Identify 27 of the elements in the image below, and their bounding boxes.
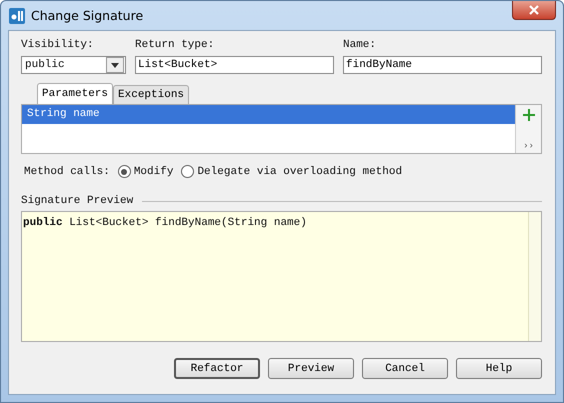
dialog-button[interactable]: Cancel (362, 358, 448, 379)
app-logo-icon (9, 8, 25, 24)
radio-button[interactable] (118, 165, 131, 178)
radio-label: Modify (134, 166, 174, 178)
tab[interactable]: Exceptions (113, 85, 190, 104)
close-button[interactable] (512, 1, 556, 20)
tab[interactable]: Parameters (37, 83, 114, 104)
close-icon (529, 5, 539, 15)
code-line: public List<Bucket> findByName(String name) (23, 217, 307, 229)
more-button[interactable]: ›› (523, 141, 534, 151)
visibility-dropdown[interactable]: public (21, 56, 126, 74)
parameter-row[interactable]: String name (22, 105, 515, 124)
radio-label: Delegate via overloading method (197, 166, 402, 178)
field-label: Visibility: (21, 39, 95, 53)
text-field[interactable]: List<Bucket> (135, 56, 334, 74)
text-field[interactable]: findByName (343, 56, 542, 74)
dialog-button[interactable]: Preview (268, 358, 354, 379)
add-icon[interactable] (522, 109, 534, 121)
field-label: Name: (343, 39, 378, 53)
radio-button[interactable] (181, 165, 194, 178)
window-title: Change Signature (31, 8, 144, 23)
dropdown-arrow-icon (111, 62, 119, 68)
field-label: Return type: (135, 39, 216, 53)
section-title: Signature Preview (21, 195, 134, 207)
method-calls-label: Method calls: (24, 166, 110, 178)
dialog-button[interactable]: Help (456, 358, 542, 379)
dialog-button[interactable]: Refactor (174, 358, 260, 379)
